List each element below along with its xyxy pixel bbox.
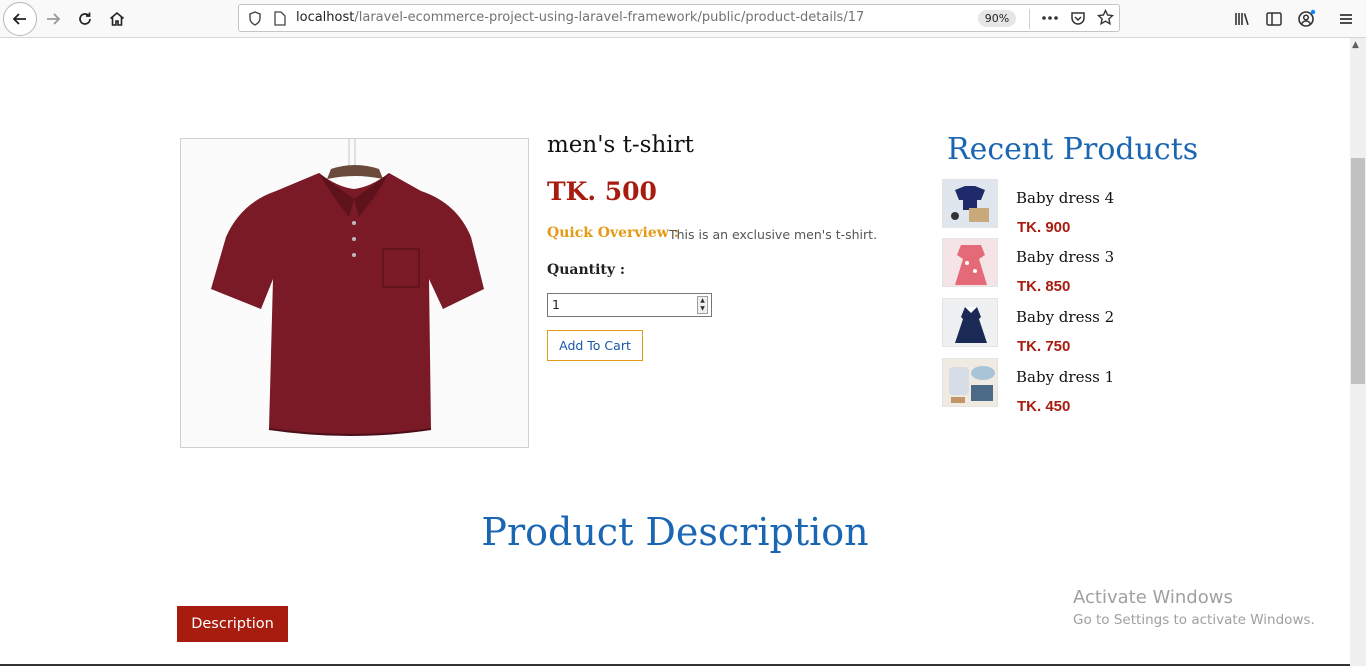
quick-overview-label: Quick Overview :	[547, 225, 679, 241]
recent-product-price: TK. 850	[1017, 278, 1071, 295]
activate-windows-subtitle: Go to Settings to activate Windows.	[1073, 612, 1315, 628]
sidebar-icon	[1266, 12, 1282, 26]
scroll-up-arrow-icon[interactable]: ▲	[1352, 40, 1359, 50]
recent-product-name[interactable]: Baby dress 1	[1016, 368, 1114, 386]
product-description-title: Product Description	[481, 510, 869, 554]
spinner-up-icon[interactable]: ▲	[698, 297, 707, 305]
add-to-cart-button[interactable]: Add To Cart	[547, 330, 643, 361]
more-actions-icon[interactable]	[1041, 13, 1059, 23]
recent-product-price: TK. 900	[1017, 219, 1071, 236]
arrow-right-icon	[47, 13, 61, 25]
library-button[interactable]	[1226, 3, 1258, 35]
library-icon	[1235, 13, 1249, 26]
recent-product-item[interactable]: Baby dress 1 TK. 450	[942, 358, 1202, 415]
recent-product-thumbnail[interactable]	[942, 238, 998, 287]
recent-product-item[interactable]: Baby dress 3 TK. 850	[942, 238, 1202, 295]
shield-icon	[249, 11, 261, 26]
recent-product-thumbnail[interactable]	[942, 358, 998, 407]
pocket-icon[interactable]	[1070, 10, 1086, 26]
url-bar[interactable]: localhost/laravel-ecommerce-project-usin…	[238, 4, 1120, 32]
recent-product-item[interactable]: Baby dress 4 TK. 900	[942, 179, 1202, 236]
quantity-input[interactable]: 1 ▲ ▼	[547, 293, 712, 317]
home-icon	[109, 11, 125, 26]
account-button[interactable]	[1290, 3, 1322, 35]
recent-product-price: TK. 450	[1017, 398, 1071, 415]
zoom-level-badge[interactable]: 90%	[978, 10, 1016, 27]
product-image	[180, 138, 529, 448]
product-price: TK. 500	[547, 177, 657, 206]
bookmark-star-icon[interactable]	[1097, 9, 1114, 26]
account-icon	[1298, 9, 1316, 27]
sidebar-button[interactable]	[1258, 3, 1290, 35]
quick-overview-text: This is an exclusive men's t-shirt.	[669, 227, 878, 242]
recent-product-name[interactable]: Baby dress 4	[1016, 189, 1114, 207]
recent-product-name[interactable]: Baby dress 3	[1016, 248, 1114, 266]
home-button[interactable]	[101, 3, 133, 35]
recent-product-price: TK. 750	[1017, 338, 1071, 355]
scrollbar-thumb[interactable]	[1351, 158, 1365, 384]
url-separator	[1029, 9, 1030, 29]
hamburger-menu-icon	[1340, 14, 1352, 24]
url-text: localhost/laravel-ecommerce-project-usin…	[296, 10, 865, 25]
product-name: men's t-shirt	[547, 132, 694, 158]
arrow-left-icon	[12, 13, 26, 25]
reload-icon	[79, 12, 91, 25]
recent-product-name[interactable]: Baby dress 2	[1016, 308, 1114, 326]
reload-button[interactable]	[69, 3, 101, 35]
forward-button[interactable]	[37, 3, 69, 35]
spinner-down-icon[interactable]: ▼	[698, 305, 707, 313]
page-icon	[274, 11, 286, 26]
quantity-value: 1	[552, 297, 560, 312]
recent-product-thumbnail[interactable]	[942, 179, 998, 228]
tab-description[interactable]: Description	[177, 606, 288, 642]
quantity-label: Quantity :	[547, 262, 626, 278]
menu-button[interactable]	[1330, 3, 1362, 35]
browser-toolbar: localhost/laravel-ecommerce-project-usin…	[0, 0, 1366, 38]
recent-product-item[interactable]: Baby dress 2 TK. 750	[942, 298, 1202, 355]
recent-product-thumbnail[interactable]	[942, 298, 998, 347]
recent-products-title: Recent Products	[947, 132, 1199, 167]
back-button[interactable]	[3, 2, 37, 36]
activate-windows-title: Activate Windows	[1073, 587, 1233, 608]
quantity-spinner[interactable]: ▲ ▼	[697, 296, 708, 314]
tshirt-image	[181, 139, 528, 447]
